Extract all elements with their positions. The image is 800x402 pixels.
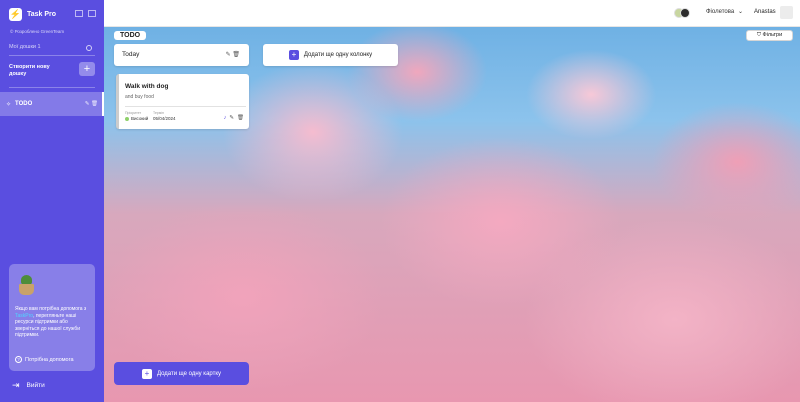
theme-switcher-icons[interactable] (674, 8, 690, 18)
priority-text: Високий (131, 116, 149, 121)
header: Фіолетова ⌄ Anastas (104, 0, 800, 27)
board-title: TODO (114, 31, 147, 40)
sparkle-icon: ✧ (6, 101, 12, 108)
search-icon[interactable] (86, 45, 92, 51)
add-column-button[interactable]: + Додати ще одну колонку (263, 44, 398, 66)
plus-icon: + (288, 50, 299, 60)
divider (125, 106, 246, 107)
app-name: Task Pro (27, 11, 57, 18)
trash-icon[interactable]: 🗑 (232, 52, 240, 58)
create-board-label: Створити нову дошку (9, 64, 50, 77)
chart-icon[interactable] (75, 10, 83, 17)
board-actions: ✎ 🗑 (85, 101, 98, 107)
help-text-start: Якщо вам потрібна допомога з (15, 306, 87, 312)
need-help-button[interactable]: ? Потрібна допомога (15, 356, 74, 363)
add-column-label: Додати ще одну колонку (303, 52, 373, 58)
plus-icon: + (141, 368, 152, 379)
column-title: Today (122, 51, 140, 58)
panel-icon[interactable] (88, 10, 96, 17)
plant-pot-icon (19, 284, 34, 295)
sidebar-item-todo[interactable]: ✧ TODO ✎ 🗑 (0, 92, 104, 116)
username: Anastas (754, 9, 776, 15)
filters-label: Фільтри (762, 32, 783, 38)
help-text: Якщо вам потрібна допомога з TaskPro, пе… (15, 306, 89, 339)
trash-icon[interactable]: 🗑 (91, 101, 98, 107)
add-card-button[interactable]: + Додати ще одну картку (114, 362, 249, 385)
divider (9, 87, 95, 88)
powered-by: © Розроблено GreenTeam (10, 29, 65, 34)
question-icon: ? (15, 356, 22, 363)
edit-icon[interactable]: ✎ (229, 115, 234, 121)
trash-icon[interactable]: 🗑 (237, 115, 244, 121)
logout-icon: ⇥ (12, 380, 20, 390)
chevron-down-icon[interactable]: ⌄ (738, 8, 743, 15)
divider (9, 55, 95, 56)
card-actions: ♪ ✎ 🗑 (224, 115, 244, 121)
sidebar: ⚡ Task Pro © Розроблено GreenTeam Мої до… (0, 0, 104, 402)
help-card: Якщо вам потрібна допомога з TaskPro, пе… (9, 264, 95, 371)
edit-icon[interactable]: ✎ (85, 101, 90, 107)
sidebar-top-icons (75, 10, 96, 17)
lightning-icon: ⚡ (9, 8, 22, 21)
create-board-button[interactable]: + (79, 62, 95, 76)
card-title: Walk with dog (125, 83, 169, 90)
help-link[interactable]: TaskPro (15, 313, 33, 319)
theme-dot-icon (680, 8, 690, 18)
column-header: Today ✎ 🗑 (114, 44, 249, 66)
priority-label: Пріоритет (125, 111, 142, 115)
logout-label: Вийти (26, 382, 45, 389)
avatar[interactable] (780, 6, 793, 19)
column-actions: ✎ 🗑 (226, 51, 240, 58)
filters-button[interactable]: ⛉ Фільтри (746, 30, 793, 41)
theme-select[interactable]: Фіолетова (706, 9, 734, 15)
deadline-value: 05/04/2024 (153, 116, 176, 121)
add-card-label: Додати ще одну картку (156, 370, 222, 377)
priority-value: Високий (125, 116, 148, 121)
bell-icon[interactable]: ♪ (224, 115, 227, 121)
app-logo[interactable]: ⚡ Task Pro (9, 8, 56, 21)
filter-icon: ⛉ (756, 32, 761, 38)
board-area: TODO ⛉ Фільтри Today ✎ 🗑 Walk with dog a… (104, 27, 800, 402)
need-help-label: Потрібна допомога (25, 356, 74, 363)
sidebar-item-label: TODO (15, 101, 33, 107)
edit-icon[interactable]: ✎ (226, 52, 231, 58)
task-card[interactable]: Walk with dog and buy food Пріоритет Тер… (116, 74, 249, 129)
deadline-label: Термін (153, 111, 164, 115)
logout-button[interactable]: ⇥ Вийти (12, 380, 45, 391)
card-description: and buy food (125, 94, 154, 100)
boards-title: Мої дошки 1 (9, 44, 41, 50)
priority-dot-icon (125, 116, 129, 121)
